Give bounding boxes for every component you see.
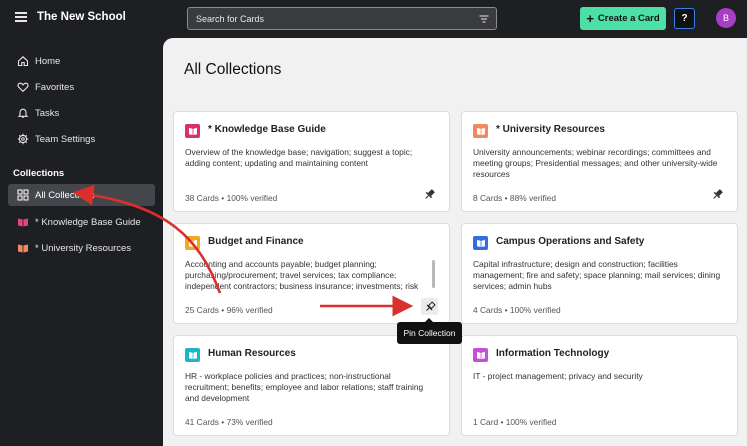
- sidebar-item-label: Team Settings: [35, 133, 96, 145]
- pin-collection-button[interactable]: [421, 298, 438, 315]
- card-meta: 38 Cards • 100% verified: [185, 193, 278, 203]
- card-title: * University Resources: [496, 124, 605, 135]
- pin-collection-tooltip: Pin Collection: [397, 318, 462, 344]
- sidebar-item-tasks[interactable]: Tasks: [8, 102, 155, 124]
- collection-card-knowledge-base-guide[interactable]: * Knowledge Base Guide Overview of the k…: [173, 111, 450, 212]
- page-title: All Collections: [184, 61, 282, 78]
- home-icon: [17, 55, 29, 67]
- sidebar-item-favorites[interactable]: Favorites: [8, 76, 155, 98]
- search-placeholder: Search for Cards: [196, 14, 265, 24]
- card-title: Campus Operations and Safety: [496, 236, 645, 247]
- app-title[interactable]: The New School: [37, 11, 126, 23]
- plus-icon: +: [586, 11, 594, 26]
- book-icon: [185, 236, 200, 250]
- create-card-button[interactable]: + Create a Card: [580, 7, 666, 30]
- card-title: Budget and Finance: [208, 236, 304, 247]
- description-scrollbar[interactable]: [432, 260, 435, 288]
- book-icon: [185, 124, 200, 138]
- sidebar-item-home[interactable]: Home: [8, 50, 155, 72]
- card-title: Human Resources: [208, 348, 296, 359]
- book-icon: [185, 348, 200, 362]
- sidebar: Home Favorites Tasks Team Settings Colle…: [0, 38, 163, 446]
- card-description: Capital infrastructure; design and const…: [473, 259, 721, 292]
- sidebar-item-label: * University Resources: [35, 242, 132, 254]
- main-content: All Collections * Knowledge Base Guide O…: [163, 38, 747, 446]
- card-description: IT - project management; privacy and sec…: [473, 371, 643, 381]
- card-title: * Knowledge Base Guide: [208, 124, 326, 135]
- grid-icon: [17, 189, 29, 201]
- search-input[interactable]: Search for Cards: [187, 7, 497, 30]
- sidebar-item-label: * Knowledge Base Guide: [35, 216, 141, 228]
- pin-filled-icon[interactable]: [423, 188, 436, 201]
- help-button[interactable]: ?: [674, 8, 695, 29]
- menu-icon[interactable]: [15, 12, 27, 22]
- top-bar: The New School Search for Cards + Create…: [0, 0, 747, 38]
- card-description: University announcements; webinar record…: [473, 147, 718, 180]
- card-meta: 41 Cards • 73% verified: [185, 417, 273, 427]
- sidebar-item-university-resources[interactable]: * University Resources: [8, 237, 155, 259]
- card-meta: 4 Cards • 100% verified: [473, 305, 561, 315]
- book-icon: [473, 236, 488, 250]
- sidebar-item-team-settings[interactable]: Team Settings: [8, 128, 155, 150]
- gear-icon: [17, 133, 29, 145]
- collections-section-label: Collections: [13, 168, 65, 179]
- collection-card-campus-operations[interactable]: Campus Operations and Safety Capital inf…: [461, 223, 738, 324]
- card-meta: 1 Card • 100% verified: [473, 417, 557, 427]
- card-meta: 8 Cards • 88% verified: [473, 193, 556, 203]
- sidebar-item-label: Home: [35, 55, 61, 67]
- collection-card-budget-and-finance[interactable]: Budget and Finance Accounting and accoun…: [173, 223, 450, 324]
- collection-card-university-resources[interactable]: * University Resources University announ…: [461, 111, 738, 212]
- sidebar-item-all-collections[interactable]: All Collections: [8, 184, 155, 206]
- create-card-label: Create a Card: [597, 13, 660, 24]
- bell-icon: [17, 107, 29, 119]
- collection-card-information-technology[interactable]: Information Technology IT - project mana…: [461, 335, 738, 436]
- avatar[interactable]: B: [716, 8, 736, 28]
- card-title: Information Technology: [496, 348, 610, 359]
- sidebar-item-label: Tasks: [35, 107, 60, 119]
- sidebar-item-knowledge-base-guide[interactable]: * Knowledge Base Guide: [8, 211, 155, 233]
- sidebar-item-label: All Collections: [35, 189, 95, 201]
- book-icon: [473, 348, 488, 362]
- book-icon: [17, 216, 29, 228]
- card-description: HR - workplace policies and practices; n…: [185, 371, 424, 404]
- sidebar-item-label: Favorites: [35, 81, 75, 93]
- card-description: Overview of the knowledge base; navigati…: [185, 147, 413, 169]
- heart-icon: [17, 81, 29, 93]
- book-icon: [17, 242, 29, 254]
- pin-outline-icon: [425, 300, 436, 311]
- filter-icon[interactable]: [479, 14, 489, 24]
- book-icon: [473, 124, 488, 138]
- pin-filled-icon[interactable]: [711, 188, 724, 201]
- collection-card-human-resources[interactable]: Human Resources HR - workplace policies …: [173, 335, 450, 436]
- card-description: Accounting and accounts payable; budget …: [185, 259, 419, 292]
- card-meta: 25 Cards • 96% verified: [185, 305, 273, 315]
